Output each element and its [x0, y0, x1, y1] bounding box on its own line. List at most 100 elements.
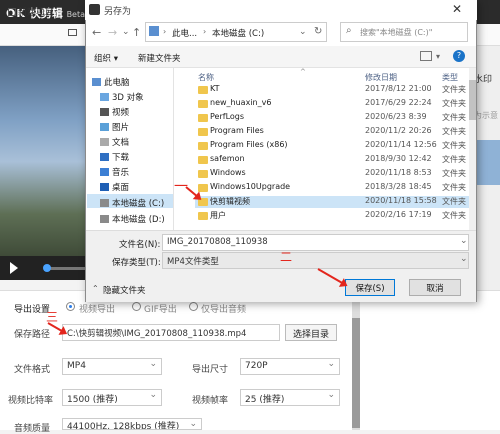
file-name: new_huaxin_v6: [210, 98, 272, 107]
column-header-date[interactable]: 修改日期: [365, 72, 397, 83]
file-row[interactable]: PerfLogs 2020/6/23 8:39 文件夹: [195, 112, 469, 124]
back-arrow-icon[interactable]: ←: [92, 26, 101, 39]
file-name: PerfLogs: [210, 112, 245, 121]
radio-video-export[interactable]: [66, 302, 75, 311]
file-row[interactable]: safemon 2018/9/30 12:42 文件夹: [195, 154, 469, 166]
address-dropdown-icon[interactable]: ⌄: [299, 27, 307, 37]
search-placeholder: 搜索"本地磁盘 (C:)": [360, 28, 433, 37]
save-button[interactable]: 保存(S): [345, 279, 395, 296]
file-row[interactable]: Windows 2020/11/18 8:53 文件夹: [195, 168, 469, 180]
nav-item-documents[interactable]: 文档: [100, 136, 129, 148]
nav-item-drive-d[interactable]: 本地磁盘 (D:): [100, 213, 165, 225]
up-arrow-icon[interactable]: ↑: [132, 26, 141, 39]
nav-label: 图片: [112, 123, 130, 133]
file-row[interactable]: Windows10Upgrade 2018/3/28 18:45 文件夹: [195, 182, 469, 194]
radio-video-label: 视频导出: [79, 305, 116, 315]
view-options-icon[interactable]: [420, 51, 432, 61]
file-name: KT: [210, 84, 220, 93]
file-name: 用户: [210, 211, 226, 220]
filename-dropdown-icon[interactable]: ⌄: [460, 236, 468, 246]
filename-input[interactable]: IMG_20170808_110938: [162, 234, 469, 251]
nav-label: 本地磁盘 (D:): [112, 215, 165, 225]
breadcrumb-drive-c[interactable]: 本地磁盘 (C:): [212, 27, 264, 39]
new-project-menu[interactable]: 新建项目: [8, 5, 54, 18]
file-row[interactable]: Program Files (x86) 2020/11/14 12:56 文件夹: [195, 140, 469, 152]
audio-quality-label: 音频质量: [14, 424, 51, 434]
file-name: Windows10Upgrade: [210, 182, 291, 191]
file-row[interactable]: new_huaxin_v6 2017/6/29 22:24 文件夹: [195, 98, 469, 110]
file-type: 文件夹: [442, 169, 466, 178]
file-type: 文件夹: [442, 113, 466, 122]
file-type: 文件夹: [442, 155, 466, 164]
watermark-thumbnail[interactable]: [475, 140, 500, 185]
search-icon: ⌕: [346, 25, 352, 36]
format-label: 文件格式: [14, 365, 51, 375]
play-icon[interactable]: [10, 262, 18, 274]
file-date: 2020/11/18 15:58: [365, 196, 437, 205]
radio-audio-label: 仅导出音频: [201, 305, 247, 315]
close-icon[interactable]: ✕: [452, 2, 462, 16]
new-folder-button[interactable]: 新建文件夹: [138, 52, 181, 64]
file-type: 文件夹: [442, 85, 466, 94]
nav-label: 下载: [112, 153, 130, 163]
radio-audio-export[interactable]: [189, 302, 198, 311]
fps-select[interactable]: 25 (推荐): [240, 389, 340, 406]
folder-icon: [198, 114, 208, 122]
nav-item-drive-c[interactable]: 本地磁盘 (C:): [100, 197, 164, 209]
file-list-scrollbar-thumb[interactable]: [469, 80, 476, 120]
nav-label: 视频: [112, 108, 130, 118]
file-date: 2020/2/16 17:19: [365, 210, 432, 219]
nav-item-3d-objects[interactable]: 3D 对象: [100, 91, 144, 103]
file-row-selected[interactable]: 快剪辑视频 2020/11/18 15:58 文件夹: [195, 196, 469, 208]
filename-label: 文件名(N):: [119, 240, 161, 250]
forward-arrow-icon[interactable]: →: [108, 26, 117, 39]
nav-item-videos[interactable]: 视频: [100, 106, 129, 118]
nav-item-pictures[interactable]: 图片: [100, 121, 129, 133]
file-type: 文件夹: [442, 183, 466, 192]
file-date: 2020/11/18 8:53: [365, 168, 432, 177]
filetype-dropdown-icon[interactable]: ⌄: [460, 254, 468, 264]
file-name: Windows: [210, 168, 246, 177]
radio-gif-export[interactable]: [132, 302, 141, 311]
folder-menu-icon[interactable]: [68, 29, 77, 39]
dialog-title: 另存为: [104, 7, 132, 17]
column-header-name[interactable]: 名称: [198, 72, 214, 83]
size-select[interactable]: 720P: [240, 358, 340, 375]
organize-menu[interactable]: 组织 ▾: [94, 52, 118, 64]
hide-folders-chevron-icon[interactable]: ⌃: [92, 284, 99, 293]
browse-directory-button[interactable]: 选择目录: [285, 324, 337, 341]
audio-quality-select[interactable]: 44100Hz, 128kbps (推荐): [62, 418, 202, 430]
breadcrumb-sep-icon: ›: [163, 27, 167, 36]
nav-item-music[interactable]: 音乐: [100, 166, 129, 178]
file-row[interactable]: KT 2017/8/12 21:00 文件夹: [195, 84, 469, 96]
file-row[interactable]: Program Files 2020/11/2 20:26 文件夹: [195, 126, 469, 138]
export-scrollbar-thumb[interactable]: [352, 318, 360, 428]
nav-item-this-pc[interactable]: 此电脑: [92, 76, 130, 88]
radio-gif-label: GIF导出: [144, 305, 177, 315]
format-select[interactable]: MP4: [62, 358, 162, 375]
download-icon: [100, 153, 109, 161]
column-header-type[interactable]: 类型: [442, 72, 458, 83]
recent-dropdown-icon[interactable]: ⌄: [122, 27, 130, 37]
nav-item-downloads[interactable]: 下载: [100, 151, 129, 163]
filetype-select[interactable]: MP4文件类型: [162, 252, 469, 269]
file-name: 快剪辑视频: [210, 197, 250, 206]
file-type: 文件夹: [442, 211, 466, 220]
breadcrumb-sep-icon: ›: [203, 27, 207, 36]
file-row[interactable]: 用户 2020/2/16 17:19 文件夹: [195, 210, 469, 222]
breadcrumb-this-pc[interactable]: 此电...: [172, 27, 197, 39]
sort-indicator-icon: ^: [300, 68, 306, 76]
hide-folders-toggle[interactable]: 隐藏文件夹: [103, 284, 146, 296]
cancel-button[interactable]: 取消: [409, 279, 461, 296]
document-icon: [100, 138, 109, 146]
nav-item-desktop[interactable]: 桌面: [100, 181, 129, 193]
new-project-label: 新建项目: [18, 8, 55, 18]
save-path-field[interactable]: C:\快剪辑视频\IMG_20170808_110938.mp4: [62, 324, 280, 341]
folder-icon: [198, 142, 208, 150]
view-dropdown-icon[interactable]: ▾: [436, 52, 440, 61]
scrub-knob[interactable]: [42, 264, 51, 272]
file-name: Program Files: [210, 126, 264, 135]
help-icon[interactable]: ?: [453, 50, 465, 62]
refresh-icon[interactable]: ↻: [314, 26, 322, 37]
bitrate-select[interactable]: 1500 (推荐): [62, 389, 162, 406]
